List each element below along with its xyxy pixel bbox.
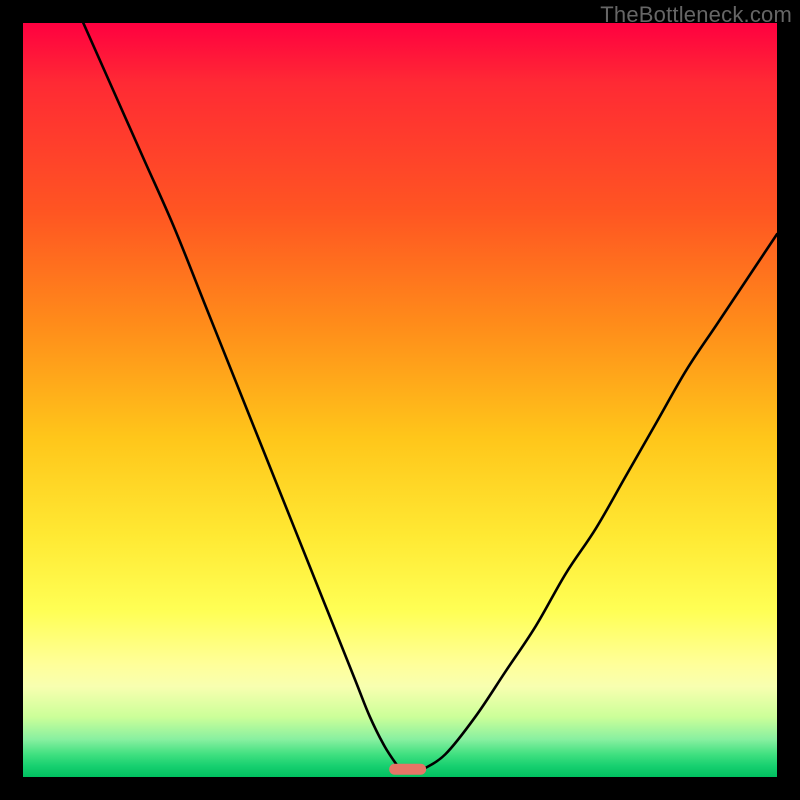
curve-left-branch <box>83 23 400 769</box>
curve-right-branch <box>423 234 777 769</box>
chart-frame: TheBottleneck.com <box>0 0 800 800</box>
bottleneck-curve <box>23 23 777 777</box>
optimal-point-marker <box>389 764 427 775</box>
watermark-text: TheBottleneck.com <box>600 2 792 28</box>
plot-area <box>23 23 777 777</box>
